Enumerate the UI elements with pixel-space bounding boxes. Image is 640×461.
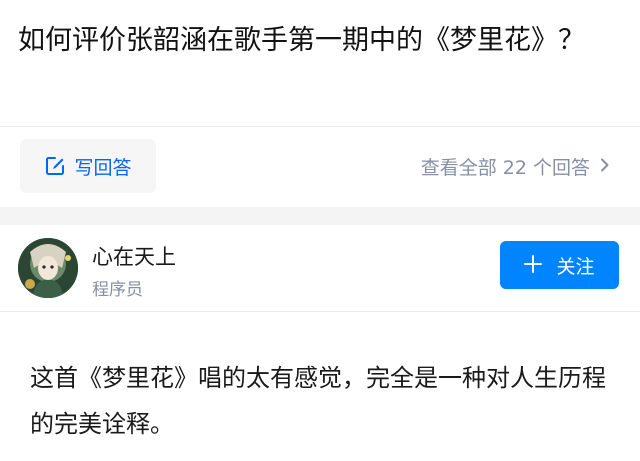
- follow-button[interactable]: 关注: [500, 241, 619, 289]
- chevron-right-icon: [600, 156, 610, 177]
- author-title: 程序员: [92, 280, 143, 300]
- question-title: 如何评价张韶涵在歌手第一期中的《梦里花》？: [18, 25, 585, 56]
- follow-label: 关注: [556, 255, 595, 278]
- answer-content[interactable]: 这首《梦里花》唱的太有感觉，完全是一种对人生历程的完美诠释。: [30, 355, 620, 447]
- divider: [0, 311, 640, 312]
- write-answer-button[interactable]: 写回答: [20, 139, 156, 193]
- plus-icon: [524, 253, 543, 277]
- author-name[interactable]: 心在天上: [92, 241, 176, 271]
- write-answer-label: 写回答: [74, 156, 132, 179]
- view-all-answers-link[interactable]: 查看全部 22 个回答: [421, 153, 610, 180]
- view-all-answers-label: 查看全部 22 个回答: [420, 157, 590, 179]
- answer-action-bar: 写回答 查看全部 22 个回答: [0, 127, 640, 207]
- pencil-square-icon: [44, 155, 66, 177]
- section-separator: [0, 207, 640, 225]
- avatar[interactable]: [18, 238, 78, 298]
- author-header: 心在天上 程序员 关注: [0, 225, 640, 311]
